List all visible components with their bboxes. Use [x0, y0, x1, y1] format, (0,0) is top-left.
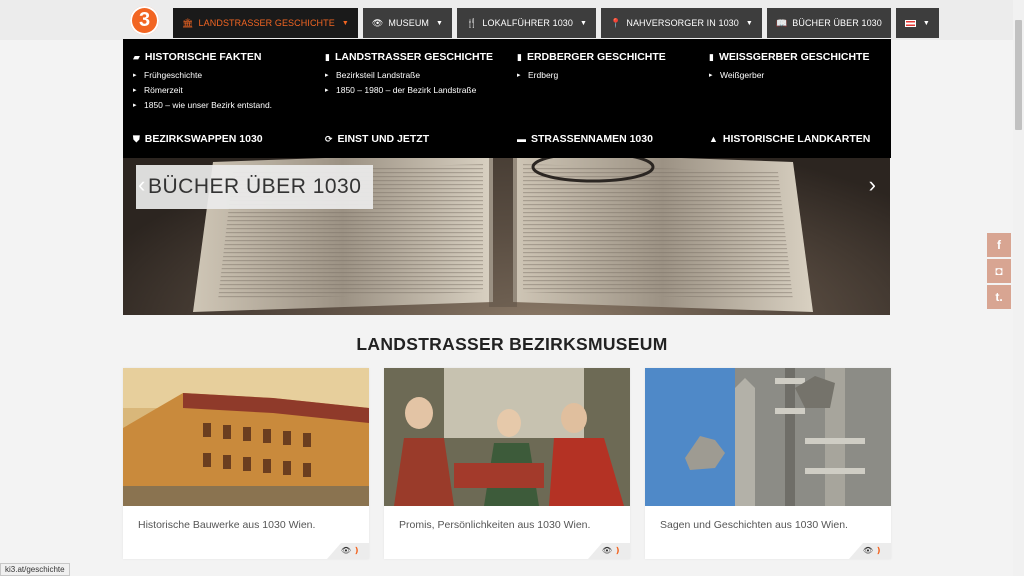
caret-down-icon: ▼	[580, 19, 588, 27]
menu-item[interactable]: 1850 – 1980 – der Bezirk Landstraße	[325, 83, 505, 98]
menu-heading[interactable]: ▮ Weissgerber Geschichte	[709, 51, 889, 63]
card-meta-icons[interactable]: 👁 ❫	[863, 546, 882, 555]
eye-icon: 👁	[340, 546, 352, 555]
section-title: LANDSTRASSER BEZIRKSMUSEUM	[356, 334, 668, 354]
nav-lokalfuehrer[interactable]: 🍴 Lokalführer 1030 ▼	[457, 8, 597, 38]
refresh-icon: ⟳	[325, 133, 333, 144]
menu-item[interactable]: Erdberg	[517, 68, 697, 83]
menu-link-einst-und-jetzt[interactable]: ⟳ Einst und Jetzt	[325, 133, 429, 145]
menu-heading[interactable]: ▮ Landstrasser Geschichte	[325, 51, 505, 63]
ear-icon: ❫	[875, 546, 882, 555]
nav-label: Bücher über 1030	[792, 18, 882, 28]
menu-column-landstrasser-geschichte: ▮ Landstrasser Geschichte Bezirksteil La…	[325, 51, 505, 98]
hero-title[interactable]: BÜCHER ÜBER 1030	[136, 165, 374, 209]
menu-item[interactable]: Bezirksteil Landstraße	[325, 68, 505, 83]
nav-landstrasser-geschichte[interactable]: 🏛 Landstrasser Geschichte ▼	[173, 8, 358, 38]
card-caption: Promis, Persönlichkeiten aus 1030 Wien.	[399, 519, 591, 531]
slider-next-icon[interactable]: ›	[869, 172, 876, 198]
document-icon: ▰	[133, 51, 140, 62]
car-icon: ▬	[517, 134, 526, 144]
menu-heading[interactable]: ▰ Historische Fakten	[133, 51, 313, 63]
main-nav: 🏛 Landstrasser Geschichte ▼ 👁 Museum ▼ 🍴…	[173, 8, 939, 38]
menu-heading[interactable]: ▮ Erdberger Geschichte	[517, 51, 697, 63]
facebook-icon[interactable]: f	[987, 233, 1011, 257]
eye-icon: 👁	[371, 17, 384, 28]
menu-item[interactable]: Frühgeschichte	[133, 68, 313, 83]
top-bar: 3 🏛 Landstrasser Geschichte ▼ 👁 Museum ▼…	[0, 0, 1024, 40]
status-bar-url: ki3.at/geschichte	[0, 563, 70, 576]
thumbs-up-icon: ▲	[709, 134, 718, 144]
language-selector[interactable]: ▼	[895, 8, 939, 38]
book-icon: 📖	[775, 17, 788, 28]
menu-item[interactable]: 1850 – wie unser Bezirk entstand.	[133, 98, 313, 113]
card-meta-icons[interactable]: 👁 ❫	[602, 546, 621, 555]
nav-nahversorger[interactable]: 📍 Nahversorger in 1030 ▼	[601, 8, 762, 38]
caret-down-icon: ▼	[436, 19, 444, 27]
caret-down-icon: ▼	[341, 19, 349, 27]
menu-column-erdberger-geschichte: ▮ Erdberger Geschichte Erdberg	[517, 51, 697, 83]
map-marker-icon: 📍	[610, 17, 622, 28]
nav-buecher[interactable]: 📖 Bücher über 1030	[766, 8, 891, 38]
book-icon: ▮	[709, 51, 714, 62]
ear-icon: ❫	[614, 546, 621, 555]
nav-label: Nahversorger in 1030	[626, 18, 739, 28]
slider-prev-icon[interactable]: ‹	[138, 172, 145, 198]
cutlery-icon: 🍴	[466, 17, 478, 28]
menu-link-bezirkswappen[interactable]: ⛊ Bezirkswappen 1030	[133, 133, 263, 145]
card-historische-bauwerke[interactable]: Historische Bauwerke aus 1030 Wien. 👁 ❫	[123, 368, 369, 559]
eye-icon: 👁	[601, 546, 613, 555]
book-icon: ▮	[517, 51, 522, 62]
eye-icon: 👁	[862, 546, 874, 555]
nav-label: Museum	[388, 18, 430, 28]
card-meta-icons[interactable]: 👁 ❫	[341, 546, 360, 555]
shield-icon: ⛊	[133, 133, 140, 144]
caret-down-icon: ▼	[922, 19, 930, 27]
card-caption: Historische Bauwerke aus 1030 Wien.	[138, 519, 316, 531]
site-logo[interactable]: 3	[130, 6, 159, 35]
card-image	[384, 368, 630, 506]
menu-column-weissgerber-geschichte: ▮ Weissgerber Geschichte Weißgerber	[709, 51, 889, 83]
nav-label: Landstrasser Geschichte	[198, 18, 335, 28]
scrollbar-thumb[interactable]	[1015, 20, 1022, 130]
card-promis[interactable]: Promis, Persönlichkeiten aus 1030 Wien. …	[384, 368, 630, 559]
card-sagen[interactable]: Sagen und Geschichten aus 1030 Wien. 👁 ❫	[645, 368, 891, 559]
menu-item[interactable]: Römerzeit	[133, 83, 313, 98]
mega-menu: ▰ Historische Fakten Frühgeschichte Röme…	[123, 39, 891, 158]
caret-down-icon: ▼	[745, 19, 753, 27]
austria-flag-icon	[904, 19, 916, 27]
book-icon: ▮	[325, 51, 330, 62]
hero-slider[interactable]: BÜCHER ÜBER 1030 ‹ ›	[123, 158, 890, 315]
building-icon: 🏛	[182, 17, 194, 28]
menu-link-strassennamen[interactable]: ▬ Strassennamen 1030	[517, 133, 653, 145]
ear-icon: ❫	[353, 546, 360, 555]
menu-column-historische-fakten: ▰ Historische Fakten Frühgeschichte Röme…	[133, 51, 313, 113]
scrollbar[interactable]	[1013, 0, 1024, 576]
card-image	[123, 368, 369, 506]
tumblr-icon[interactable]: t.	[987, 285, 1011, 309]
menu-link-historische-landkarten[interactable]: ▲ Historische Landkarten	[709, 133, 870, 145]
card-image	[645, 368, 891, 506]
card-caption: Sagen und Geschichten aus 1030 Wien.	[660, 519, 848, 531]
instagram-icon[interactable]: ◘	[987, 259, 1011, 283]
menu-item[interactable]: Weißgerber	[709, 68, 889, 83]
nav-museum[interactable]: 👁 Museum ▼	[362, 8, 453, 38]
nav-label: Lokalführer 1030	[482, 18, 574, 28]
